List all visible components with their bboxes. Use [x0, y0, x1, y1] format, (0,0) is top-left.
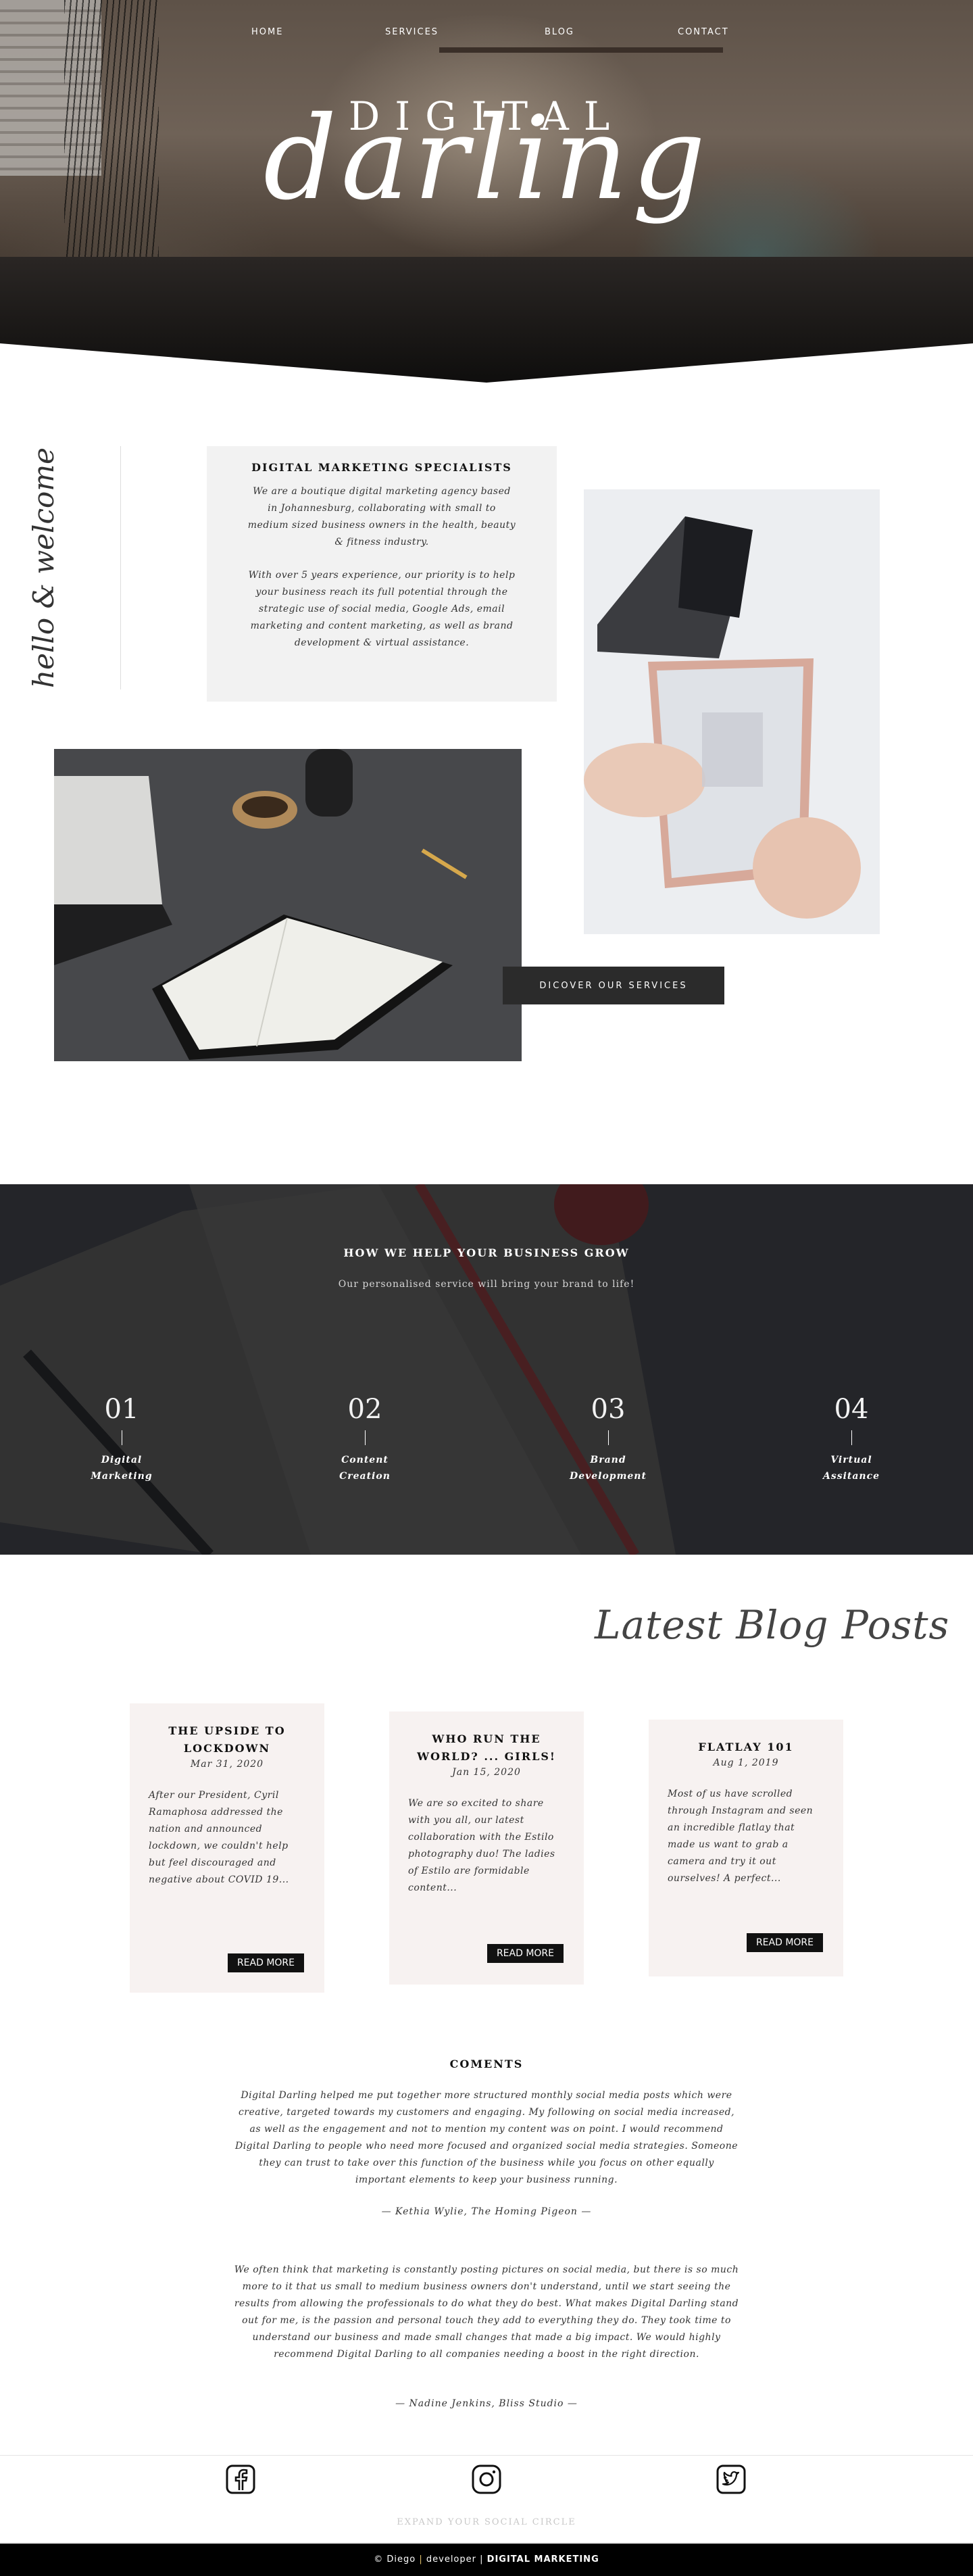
- service-number: 02: [347, 1394, 382, 1425]
- service-divider: [607, 1430, 609, 1445]
- blog-post-title[interactable]: FLATLAY 101: [668, 1739, 824, 1756]
- footer-developer: developer: [426, 2554, 476, 2565]
- service-item-digital-marketing[interactable]: 01 Digital Marketing: [54, 1394, 189, 1484]
- service-item-content-creation[interactable]: 02 Content Creation: [297, 1394, 432, 1484]
- welcome-text: hello & welcome: [27, 447, 60, 688]
- read-more-button[interactable]: READ MORE: [487, 1944, 564, 1963]
- footer-separator-2: |: [480, 2554, 484, 2565]
- read-more-button[interactable]: READ MORE: [227, 1953, 304, 1972]
- service-number: 04: [834, 1394, 869, 1425]
- service-label: Content Creation: [339, 1455, 391, 1482]
- testimonial-author: — Kethia Wylie, The Homing Pigeon —: [381, 2206, 592, 2217]
- blog-card: WHO RUN THE WORLD? ... GIRLS! Jan 15, 20…: [389, 1711, 584, 1985]
- instagram-icon[interactable]: [470, 2463, 503, 2496]
- footer-brand: DIGITAL MARKETING: [487, 2554, 599, 2565]
- about-paragraph-1: We are a boutique digital marketing agen…: [247, 486, 516, 548]
- testimonial-text: Digital Darling helped me put together m…: [234, 2090, 739, 2185]
- footer-separator: |: [419, 2554, 423, 2565]
- nav-home[interactable]: HOME: [251, 27, 283, 37]
- footer-copyright: © Diego: [374, 2554, 416, 2565]
- blog-post-date: Jan 15, 2020: [452, 1767, 521, 1778]
- twitter-icon[interactable]: [715, 2463, 747, 2496]
- service-divider: [851, 1430, 852, 1445]
- blog-heading: Latest Blog Posts: [595, 1602, 950, 1648]
- main-nav: HOME SERVICES BLOG CONTACT: [0, 27, 973, 42]
- service-divider: [364, 1430, 366, 1445]
- welcome-vertical: hello & welcome: [27, 446, 122, 689]
- brand-logo-script: darling: [263, 92, 710, 226]
- about-paragraph-2: With over 5 years experience, our priori…: [248, 570, 516, 648]
- nav-blog[interactable]: BLOG: [545, 27, 574, 37]
- read-more-button[interactable]: READ MORE: [746, 1933, 823, 1952]
- services-section: HOW WE HELP YOUR BUSINESS GROW Our perso…: [0, 1184, 973, 1555]
- blog-card: THE UPSIDE TO LOCKDOWN Mar 31, 2020 Afte…: [130, 1703, 324, 1993]
- services-subtitle: Our personalised service will bring your…: [338, 1279, 635, 1290]
- blog-post-excerpt: We are so excited to share with you all,…: [408, 1798, 555, 1893]
- testimonial-author: — Nadine Jenkins, Bliss Studio —: [395, 2398, 578, 2409]
- blog-post-title[interactable]: WHO RUN THE WORLD? ... GIRLS!: [408, 1730, 565, 1766]
- social-label: EXPAND YOUR SOCIAL CIRCLE: [397, 2517, 576, 2527]
- facebook-icon[interactable]: [224, 2463, 257, 2496]
- service-number: 03: [591, 1394, 626, 1425]
- footer-bar: © Diego | developer | DIGITAL MARKETING: [0, 2544, 973, 2576]
- service-item-brand-development[interactable]: 03 Brand Development: [541, 1394, 676, 1484]
- blog-post-excerpt: After our President, Cyril Ramaphosa add…: [149, 1790, 289, 1885]
- testimonial-text: We often think that marketing is constan…: [234, 2264, 739, 2360]
- welcome-divider: [120, 446, 121, 689]
- hero-section: HOME SERVICES BLOG CONTACT DIGITAL darli…: [0, 0, 973, 383]
- notebook-photo: [54, 749, 522, 1061]
- service-label: Brand Development: [570, 1455, 647, 1482]
- about-card: DIGITAL MARKETING SPECIALISTS We are a b…: [207, 446, 557, 702]
- comments-title: COMENTS: [449, 2058, 524, 2070]
- blog-card: FLATLAY 101 Aug 1, 2019 Most of us have …: [649, 1720, 843, 1976]
- nav-services[interactable]: SERVICES: [385, 27, 439, 37]
- blog-post-excerpt: Most of us have scrolled through Instagr…: [668, 1789, 814, 1884]
- service-label: Digital Marketing: [91, 1455, 153, 1482]
- discover-services-button[interactable]: DICOVER OUR SERVICES: [503, 967, 724, 1004]
- blog-post-date: Aug 1, 2019: [713, 1757, 779, 1768]
- blog-post-title[interactable]: THE UPSIDE TO LOCKDOWN: [149, 1722, 305, 1757]
- services-title: HOW WE HELP YOUR BUSINESS GROW: [343, 1246, 630, 1259]
- service-item-virtual-assistance[interactable]: 04 Virtual Assitance: [784, 1394, 919, 1484]
- nav-contact[interactable]: CONTACT: [678, 27, 729, 37]
- tablet-photo: [584, 489, 880, 934]
- blog-post-date: Mar 31, 2020: [190, 1759, 264, 1770]
- about-title: DIGITAL MARKETING SPECIALISTS: [251, 461, 512, 474]
- service-number: 01: [104, 1394, 139, 1425]
- services-background-image: [0, 1184, 973, 1555]
- service-label: Virtual Assitance: [822, 1455, 880, 1482]
